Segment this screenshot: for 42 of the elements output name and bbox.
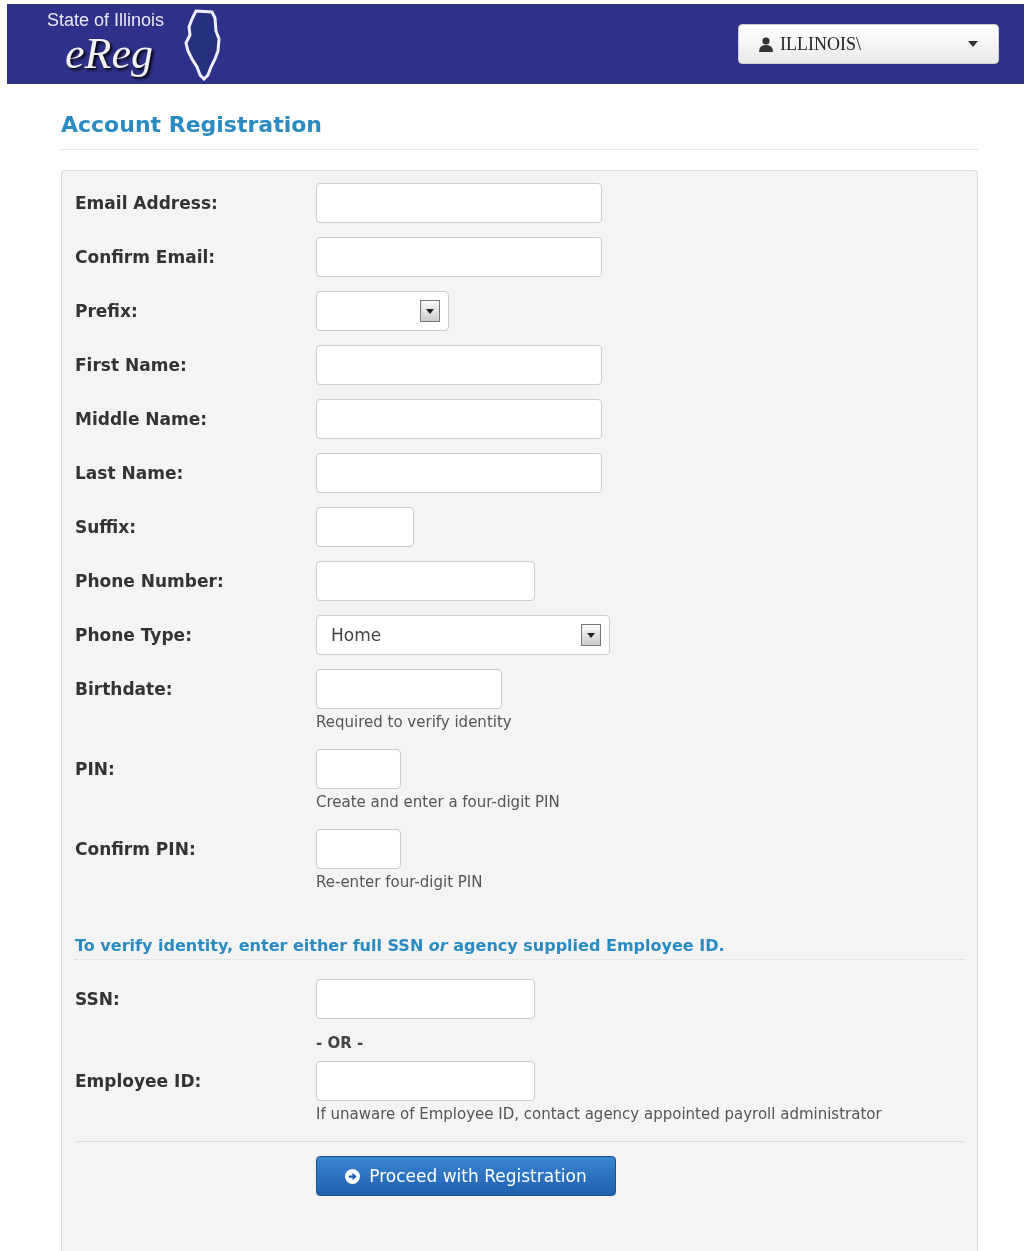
identity-note: To verify identity, enter either full SSN or agency supplied Employee ID. [75,936,965,960]
or-separator: - OR - [316,1033,364,1053]
input-field[interactable] [316,237,602,277]
field-label: Birthdate: [75,678,174,701]
user-menu[interactable]: ILLINOIS\ [738,24,999,64]
logo-name: eReg [65,30,154,78]
input-field[interactable] [316,399,602,439]
help-text: Required to verify identity [316,712,512,732]
input-field[interactable] [316,749,401,789]
input-field[interactable] [316,345,602,385]
input-field[interactable] [316,829,401,869]
field-label: Last Name: [75,462,185,485]
field-label: Confirm Email: [75,246,217,269]
field-label: Employee ID: [75,1070,203,1093]
proceed-button[interactable]: Proceed with Registration [316,1156,616,1196]
caret-icon [968,41,978,47]
dropdown-field[interactable]: Home [316,615,610,655]
page-title: Account Registration [61,111,978,150]
user-icon [759,36,773,52]
dropdown-field[interactable] [316,291,449,331]
field-label: Phone Type: [75,624,193,647]
help-text: Create and enter a four-digit PIN [316,792,560,812]
field-label: Prefix: [75,300,139,323]
field-label: Phone Number: [75,570,225,593]
field-label: First Name: [75,354,188,377]
input-field[interactable] [316,979,535,1019]
input-field[interactable] [316,453,602,493]
help-text: If unaware of Employee ID, contact agency appointed payroll administrator [316,1104,882,1124]
logo-tagline: State of Illinois [47,10,165,30]
input-field[interactable] [316,183,602,223]
input-field[interactable] [316,1061,535,1101]
field-label: Email Address: [75,192,219,215]
field-label: Middle Name: [75,408,209,431]
input-field[interactable] [316,669,502,709]
arrow-circle-icon [345,1168,361,1184]
field-label: Confirm PIN: [75,838,197,861]
input-field[interactable] [316,507,414,547]
field-label: SSN: [75,988,121,1011]
field-label: Suffix: [75,516,138,539]
input-field[interactable] [316,561,535,601]
field-label: PIN: [75,758,116,781]
help-text: Re-enter four-digit PIN [316,872,483,892]
